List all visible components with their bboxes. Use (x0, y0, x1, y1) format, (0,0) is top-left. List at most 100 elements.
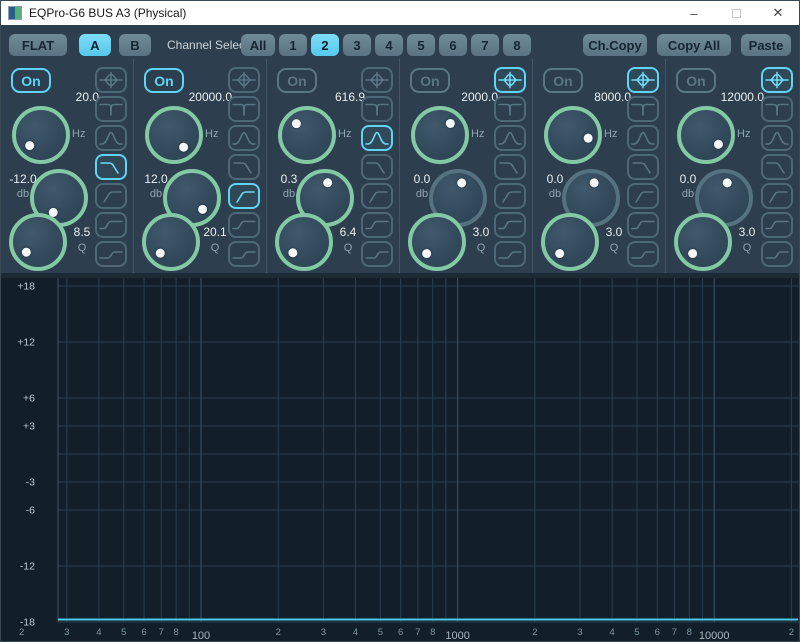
band-2-filter-high-pass-button[interactable] (228, 183, 260, 209)
band-3-filter-band-pass-button[interactable] (361, 125, 393, 151)
channel-4-button[interactable]: 4 (375, 34, 403, 56)
copy-all-button[interactable]: Copy All (657, 34, 731, 56)
knob-indicator-dot (554, 248, 567, 261)
band-6-filter-type-column (761, 67, 793, 267)
band-4-filter-bell-button[interactable] (494, 67, 526, 93)
svg-text:2: 2 (276, 627, 281, 638)
band-5-filter-high-pass-button[interactable] (627, 183, 659, 209)
bell-icon (99, 71, 123, 89)
knob-indicator-dot (721, 178, 731, 188)
channel-1-button[interactable]: 1 (279, 34, 307, 56)
band-1-filter-band-pass-button[interactable] (95, 125, 127, 151)
band-2-freq-knob[interactable] (145, 106, 203, 164)
band-5-filter-low-shelf-button[interactable] (627, 212, 659, 238)
memory-a-button[interactable]: A (79, 34, 111, 56)
ch-copy-button[interactable]: Ch.Copy (583, 34, 647, 56)
band-3-freq-knob[interactable] (278, 106, 336, 164)
paste-button[interactable]: Paste (741, 34, 791, 56)
channel-3-button[interactable]: 3 (343, 34, 371, 56)
band-4-filter-band-pass-button[interactable] (494, 125, 526, 151)
band-4-freq-unit: Hz (471, 128, 493, 140)
band-2-filter-notch-button[interactable] (228, 96, 260, 122)
band-1-filter-high-shelf-button[interactable] (95, 241, 127, 267)
band-5-freq-knob[interactable] (544, 106, 602, 164)
band-5-filter-type-column (627, 67, 659, 267)
band-5-filter-low-pass-button[interactable] (627, 154, 659, 180)
flat-button[interactable]: FLAT (9, 34, 67, 56)
minimize-button[interactable]: – (673, 1, 715, 25)
titlebar: EQPro-G6 BUS A3 (Physical) – ✕ (1, 1, 799, 25)
band-4-filter-high-shelf-button[interactable] (494, 241, 526, 267)
band-4-filter-notch-button[interactable] (494, 96, 526, 122)
band-6-filter-notch-button[interactable] (761, 96, 793, 122)
band-2-filter-band-pass-button[interactable] (228, 125, 260, 151)
notch-icon (99, 100, 123, 118)
band-2-filter-bell-button[interactable] (228, 67, 260, 93)
band-pass-icon (498, 129, 522, 147)
band-4-freq-knob[interactable] (411, 106, 469, 164)
band-6-filter-high-pass-button[interactable] (761, 183, 793, 209)
band-2-filter-type-column (228, 67, 260, 267)
band-6-freq-knob[interactable] (677, 106, 735, 164)
window-title: EQPro-G6 BUS A3 (Physical) (29, 6, 186, 20)
band-4-q-knob[interactable] (408, 213, 466, 271)
eq-band-2: On20000.0Hz12.0db20.1Q (134, 59, 267, 273)
band-6-filter-band-pass-button[interactable] (761, 125, 793, 151)
band-1-filter-high-pass-button[interactable] (95, 183, 127, 209)
band-4-filter-low-pass-button[interactable] (494, 154, 526, 180)
high-shelf-icon (232, 245, 256, 263)
band-1-filter-notch-button[interactable] (95, 96, 127, 122)
band-2-q-knob[interactable] (142, 213, 200, 271)
band-6-filter-low-pass-button[interactable] (761, 154, 793, 180)
band-3-filter-bell-button[interactable] (361, 67, 393, 93)
band-3-filter-high-pass-button[interactable] (361, 183, 393, 209)
band-5-filter-band-pass-button[interactable] (627, 125, 659, 151)
band-1-filter-bell-button[interactable] (95, 67, 127, 93)
band-2-filter-low-shelf-button[interactable] (228, 212, 260, 238)
band-6-filter-high-shelf-button[interactable] (761, 241, 793, 267)
low-pass-icon (99, 158, 123, 176)
band-4-filter-low-shelf-button[interactable] (494, 212, 526, 238)
channel-2-button[interactable]: 2 (311, 34, 339, 56)
band-1-filter-low-pass-button[interactable] (95, 154, 127, 180)
svg-text:+3: +3 (23, 421, 35, 433)
band-5-filter-high-shelf-button[interactable] (627, 241, 659, 267)
band-2-filter-low-pass-button[interactable] (228, 154, 260, 180)
low-shelf-icon (99, 216, 123, 234)
band-3-filter-low-pass-button[interactable] (361, 154, 393, 180)
band-2-filter-high-shelf-button[interactable] (228, 241, 260, 267)
channel-all-button[interactable]: All (241, 34, 275, 56)
low-pass-icon (498, 158, 522, 176)
band-6-freq-unit: Hz (737, 128, 759, 140)
band-pass-icon (765, 129, 789, 147)
memory-b-button[interactable]: B (119, 34, 151, 56)
svg-text:4: 4 (609, 627, 614, 638)
band-1-freq-knob[interactable] (12, 106, 70, 164)
band-6-q-knob[interactable] (674, 213, 732, 271)
band-3-filter-notch-button[interactable] (361, 96, 393, 122)
band-4-filter-high-pass-button[interactable] (494, 183, 526, 209)
band-6-filter-bell-button[interactable] (761, 67, 793, 93)
band-5-filter-bell-button[interactable] (627, 67, 659, 93)
band-5-q-knob[interactable] (541, 213, 599, 271)
channel-7-button[interactable]: 7 (471, 34, 499, 56)
band-3-filter-low-shelf-button[interactable] (361, 212, 393, 238)
band-3-filter-high-shelf-button[interactable] (361, 241, 393, 267)
notch-icon (498, 100, 522, 118)
maximize-button[interactable] (715, 1, 757, 25)
band-3-q-knob[interactable] (275, 213, 333, 271)
close-button[interactable]: ✕ (757, 1, 799, 25)
notch-icon (232, 100, 256, 118)
high-shelf-icon (365, 245, 389, 263)
channel-5-button[interactable]: 5 (407, 34, 435, 56)
knob-indicator-dot (322, 178, 332, 188)
band-1-q-knob[interactable] (9, 213, 67, 271)
bell-icon (498, 71, 522, 89)
svg-text:2: 2 (789, 627, 794, 638)
band-5-filter-notch-button[interactable] (627, 96, 659, 122)
high-shelf-icon (99, 245, 123, 263)
channel-6-button[interactable]: 6 (439, 34, 467, 56)
band-1-filter-low-shelf-button[interactable] (95, 212, 127, 238)
channel-8-button[interactable]: 8 (503, 34, 531, 56)
band-6-filter-low-shelf-button[interactable] (761, 212, 793, 238)
